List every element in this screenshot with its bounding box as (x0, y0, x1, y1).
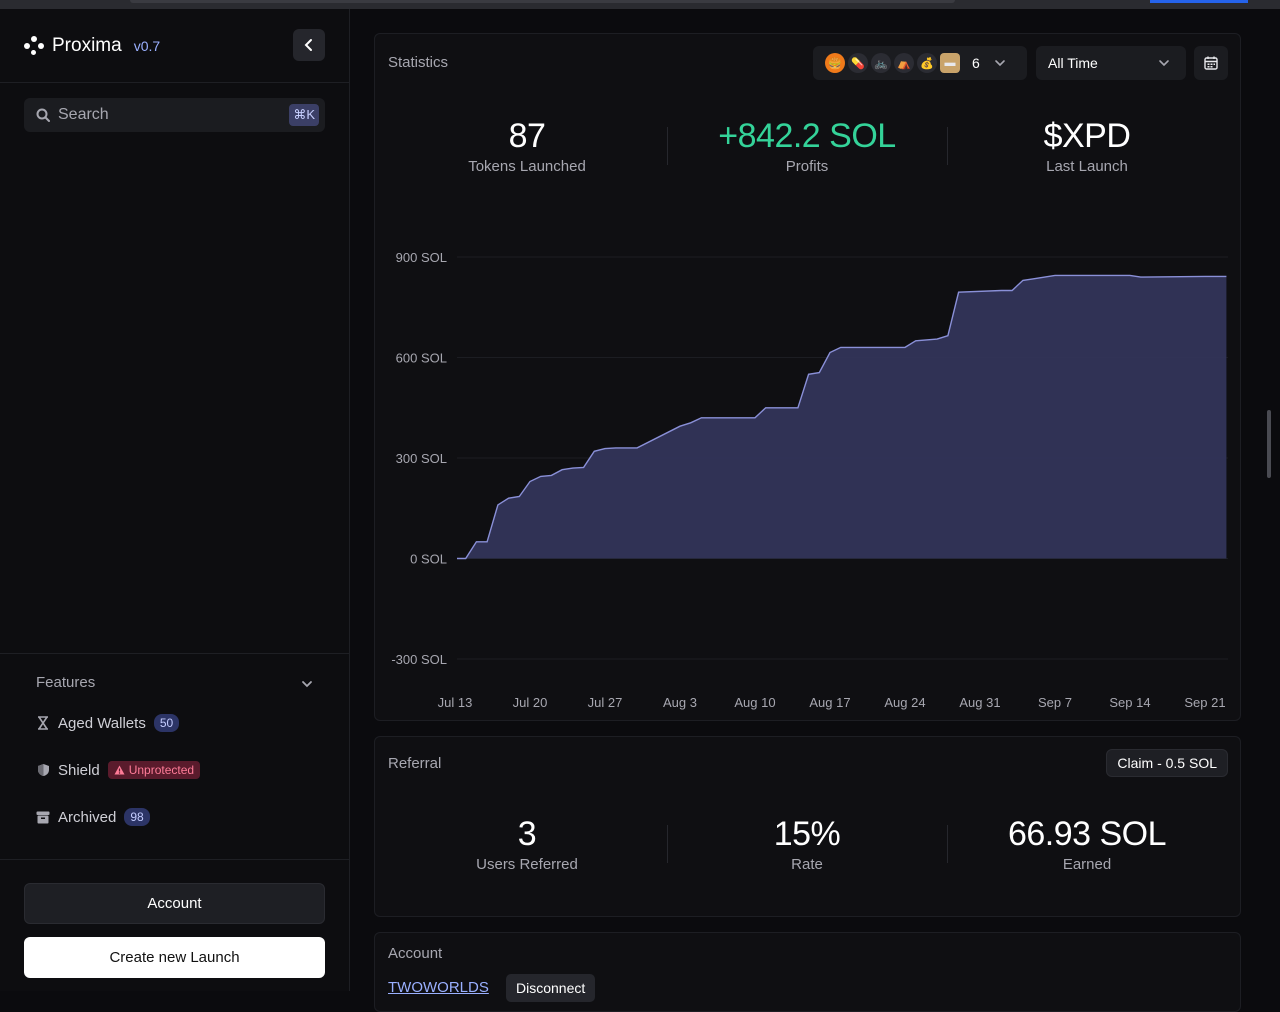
warning-icon (114, 765, 125, 775)
x-tick-label: Aug 10 (734, 695, 775, 710)
chevron-down-icon (302, 681, 312, 688)
shield-icon (36, 763, 50, 777)
claim-button[interactable]: Claim - 0.5 SOL (1106, 749, 1228, 777)
features-title: Features (36, 674, 96, 691)
create-launch-button[interactable]: Create new Launch (24, 937, 325, 978)
time-range-value: All Time (1048, 55, 1098, 71)
stat-label: Rate (791, 856, 823, 873)
x-tick-label: Sep 21 (1184, 695, 1225, 710)
status-badge-label: Unprotected (128, 763, 195, 777)
feature-aged-wallets[interactable]: Aged Wallets 50 (36, 714, 180, 732)
stat-label: Last Launch (1046, 158, 1128, 175)
token-avatar-icon: 💰 (917, 53, 937, 73)
chevron-left-icon (304, 39, 312, 51)
token-avatar-icon: ⛺ (894, 53, 914, 73)
features-collapse-toggle[interactable] (300, 677, 314, 696)
stat-value: +842.2 SOL (718, 117, 896, 155)
stat-rate: 15% Rate (667, 815, 947, 873)
stat-label: Tokens Launched (468, 158, 586, 175)
stat-earned: 66.93 SOL Earned (947, 815, 1227, 873)
feature-label: Shield (58, 761, 100, 779)
y-tick-label: 900 SOL (396, 250, 447, 265)
status-badge: Unprotected (107, 761, 201, 779)
stat-label: Users Referred (476, 856, 578, 873)
search-shortcut-badge: ⌘K (289, 104, 319, 126)
x-tick-label: Aug 24 (884, 695, 925, 710)
calendar-button[interactable] (1194, 46, 1228, 80)
x-tick-label: Jul 20 (513, 695, 548, 710)
sidebar: Proxima v0.7 ⌘K Features Aged Wallets 50… (0, 9, 350, 991)
x-tick-label: Sep 7 (1038, 695, 1072, 710)
token-avatar-icon: ▬ (940, 53, 960, 73)
chevron-down-icon (1159, 60, 1169, 67)
referral-card: Referral Claim - 0.5 SOL 3 Users Referre… (374, 736, 1241, 917)
brand: Proxima v0.7 (24, 35, 160, 57)
time-range-select[interactable]: All Time (1036, 46, 1186, 80)
stat-users-referred: 3 Users Referred (387, 815, 667, 873)
token-count: 6 (972, 55, 980, 71)
account-name-link[interactable]: TWOWORLDS (388, 979, 489, 996)
feature-shield[interactable]: Shield Unprotected (36, 761, 201, 779)
calendar-icon (1204, 56, 1218, 70)
y-tick-label: -300 SOL (391, 652, 447, 667)
statistics-title: Statistics (388, 54, 449, 71)
archive-icon (36, 810, 50, 824)
top-accent-bar (1150, 0, 1248, 3)
sidebar-divider (0, 82, 350, 83)
page-scrollbar[interactable] (1267, 410, 1271, 478)
count-badge: 50 (153, 714, 180, 732)
token-filter-dropdown[interactable]: 🍔 💊 🚲 ⛺ 💰 ▬ 6 (813, 46, 1027, 80)
token-avatar-icon: 💊 (848, 53, 868, 73)
stat-value: $XPD (1043, 117, 1131, 155)
stat-last-launch: $XPD Last Launch (947, 117, 1227, 175)
brand-name: Proxima (52, 35, 122, 56)
referral-title: Referral (388, 755, 442, 772)
account-card: Account TWOWORLDS Disconnect (374, 932, 1241, 1012)
profit-area (457, 275, 1227, 559)
disconnect-button[interactable]: Disconnect (506, 974, 596, 1002)
x-tick-label: Aug 3 (663, 695, 697, 710)
profit-chart: 900 SOL 600 SOL 300 SOL 0 SOL -300 SOL Jul 13… (391, 250, 1228, 710)
stat-profits: +842.2 SOL Profits (667, 117, 947, 175)
stat-tokens-launched: 87 Tokens Launched (387, 117, 667, 175)
feature-label: Aged Wallets (58, 714, 146, 732)
sidebar-divider (0, 653, 350, 654)
search-input[interactable] (58, 106, 278, 124)
y-tick-label: 600 SOL (396, 351, 447, 366)
y-tick-label: 300 SOL (396, 451, 447, 466)
x-tick-label: Aug 31 (959, 695, 1000, 710)
stat-value: 87 (508, 117, 546, 155)
stat-label: Profits (785, 158, 829, 175)
feature-label: Archived (58, 808, 117, 826)
browser-top-strip (0, 0, 1280, 9)
token-avatar-icon: 🍔 (825, 53, 845, 73)
token-avatar-icon: 🚲 (871, 53, 891, 73)
stat-value: 3 (517, 815, 537, 853)
feature-archived[interactable]: Archived 98 (36, 808, 150, 826)
account-title: Account (388, 945, 443, 962)
stat-value: 66.93 SOL (1007, 815, 1167, 853)
stat-label: Earned (1062, 856, 1112, 873)
top-scroll-indicator (130, 0, 955, 3)
sidebar-divider (0, 859, 350, 860)
proxima-logo-icon (24, 36, 44, 56)
search-icon (36, 108, 50, 122)
x-tick-label: Jul 27 (588, 695, 623, 710)
search-box[interactable]: ⌘K (24, 98, 325, 132)
x-tick-label: Jul 13 (438, 695, 473, 710)
x-tick-label: Aug 17 (809, 695, 850, 710)
brand-version: v0.7 (133, 38, 161, 54)
chevron-down-icon (994, 60, 1005, 67)
hourglass-icon (36, 716, 50, 730)
statistics-card: Statistics 🍔 💊 🚲 ⛺ 💰 ▬ 6 All Time 87 Tok… (374, 33, 1241, 721)
y-tick-label: 0 SOL (410, 552, 447, 567)
collapse-sidebar-button[interactable] (293, 29, 325, 61)
count-badge: 98 (124, 808, 150, 826)
x-tick-label: Sep 14 (1109, 695, 1150, 710)
stat-value: 15% (773, 815, 841, 853)
account-button[interactable]: Account (24, 883, 325, 924)
